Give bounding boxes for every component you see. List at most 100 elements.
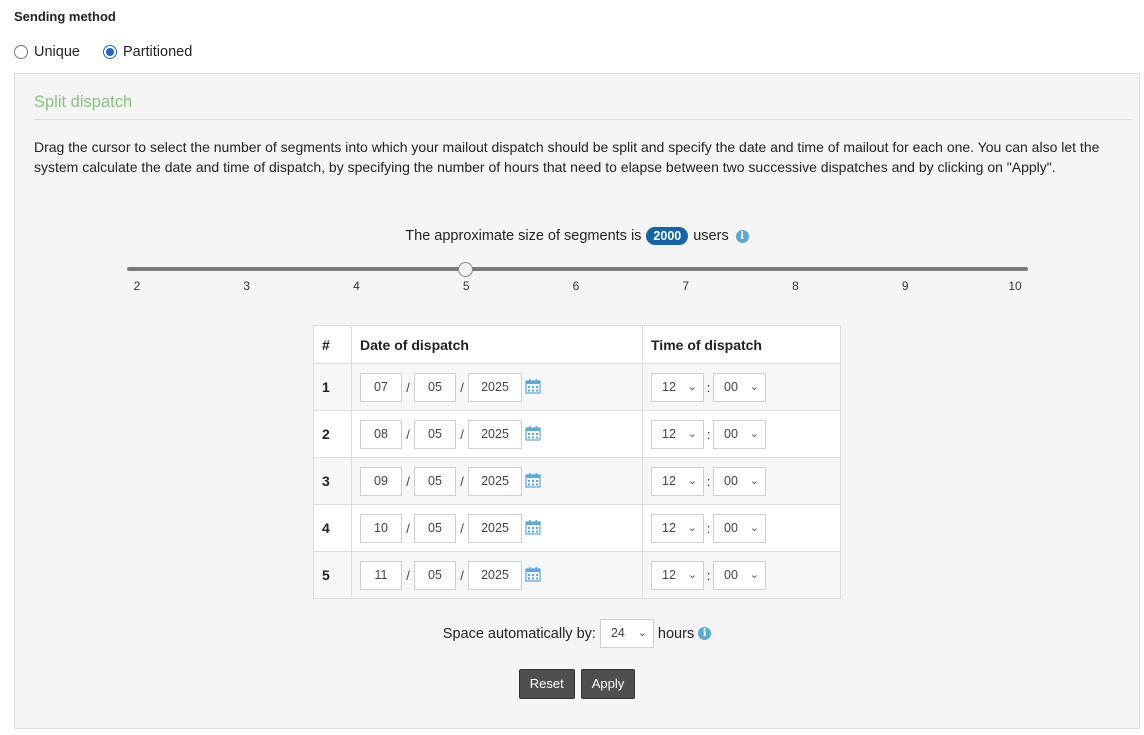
table-row: 2 08/05/2025 12 ⌄:00 ⌄: [313, 410, 841, 458]
hour-value: 12: [662, 426, 676, 441]
day-input[interactable]: 07: [360, 372, 402, 402]
calendar-icon[interactable]: [525, 472, 541, 491]
column-header-date: Date of dispatch: [351, 325, 643, 364]
column-header-number: #: [313, 325, 352, 364]
chevron-down-icon: ⌄: [749, 521, 759, 534]
hour-select[interactable]: 12 ⌄: [651, 560, 704, 590]
date-separator: /: [460, 473, 464, 489]
time-cell: 12 ⌄:00 ⌄: [642, 457, 841, 505]
segments-slider-track[interactable]: [127, 267, 1028, 271]
day-input[interactable]: 10: [360, 513, 402, 543]
month-input[interactable]: 05: [414, 466, 456, 496]
minute-value: 00: [724, 520, 738, 535]
panel-divider: [34, 119, 1131, 120]
radio-unique[interactable]: [14, 45, 28, 59]
column-header-time: Time of dispatch: [642, 325, 841, 364]
calendar-icon[interactable]: [525, 519, 541, 538]
date-separator: /: [406, 379, 410, 395]
hour-value: 12: [662, 379, 676, 394]
hour-value: 12: [662, 567, 676, 582]
row-number: 3: [313, 457, 352, 505]
date-separator: /: [460, 520, 464, 536]
action-buttons: Reset Apply: [15, 669, 1139, 699]
time-separator: :: [706, 379, 711, 395]
segment-size-text: The approximate size of segments is: [405, 228, 642, 244]
split-dispatch-panel: Split dispatch Drag the cursor to select…: [14, 73, 1140, 729]
slider-tick-label: 8: [792, 279, 799, 293]
sending-method-title: Sending method: [14, 9, 116, 24]
minute-select[interactable]: 00 ⌄: [713, 466, 766, 496]
hour-select[interactable]: 12 ⌄: [651, 466, 704, 496]
radio-option-unique[interactable]: Unique: [14, 44, 80, 60]
calendar-icon[interactable]: [525, 566, 541, 585]
radio-option-partitioned[interactable]: Partitioned: [102, 44, 193, 60]
minute-select[interactable]: 00 ⌄: [713, 372, 766, 402]
chevron-down-icon: ⌄: [687, 427, 697, 440]
info-icon[interactable]: i: [735, 229, 749, 243]
year-input[interactable]: 2025: [468, 560, 522, 590]
date-cell: 11/05/2025: [351, 551, 643, 599]
date-separator: /: [460, 567, 464, 583]
calendar-icon[interactable]: [525, 378, 541, 397]
reset-button[interactable]: Reset: [518, 669, 575, 699]
minute-select[interactable]: 00 ⌄: [713, 419, 766, 449]
slider-tick-label: 3: [243, 279, 251, 293]
date-separator: /: [406, 426, 410, 442]
chevron-down-icon: ⌄: [687, 568, 697, 581]
month-input[interactable]: 05: [414, 419, 456, 449]
month-input[interactable]: 05: [414, 513, 456, 543]
hour-value: 12: [662, 520, 676, 535]
hour-select[interactable]: 12 ⌄: [651, 419, 704, 449]
chevron-down-icon: ⌄: [687, 474, 697, 487]
minute-select[interactable]: 00 ⌄: [713, 560, 766, 590]
time-separator: :: [706, 426, 711, 442]
minute-select[interactable]: 00 ⌄: [713, 513, 766, 543]
radio-partitioned-label: Partitioned: [122, 44, 193, 60]
space-automatically-row: Space automatically by: 24 ⌄ hours i: [15, 619, 1139, 648]
month-input[interactable]: 05: [414, 560, 456, 590]
year-input[interactable]: 2025: [468, 372, 522, 402]
slider-tick-label: 6: [572, 279, 580, 293]
radio-partitioned[interactable]: [102, 45, 117, 59]
slider-tick-label: 2: [133, 279, 141, 293]
hour-value: 12: [662, 473, 676, 488]
day-input[interactable]: 09: [360, 466, 402, 496]
time-cell: 12 ⌄:00 ⌄: [642, 363, 841, 411]
time-cell: 12 ⌄:00 ⌄: [642, 551, 841, 599]
table-row: 5 11/05/2025 12 ⌄:00 ⌄: [313, 551, 841, 599]
day-input[interactable]: 08: [360, 419, 402, 449]
apply-button[interactable]: Apply: [580, 669, 636, 699]
space-unit: hours: [657, 625, 695, 642]
day-input[interactable]: 11: [360, 560, 402, 590]
segments-slider-handle[interactable]: [458, 262, 474, 277]
time-separator: :: [706, 473, 711, 489]
chevron-down-icon: ⌄: [637, 627, 647, 639]
year-input[interactable]: 2025: [468, 466, 522, 496]
time-separator: :: [706, 520, 711, 536]
hour-select[interactable]: 12 ⌄: [651, 513, 704, 543]
radio-unique-label: Unique: [34, 44, 80, 60]
row-number: 1: [313, 363, 352, 411]
minute-value: 00: [724, 473, 738, 488]
date-separator: /: [406, 567, 410, 583]
slider-tick-label: 5: [462, 279, 470, 293]
calendar-icon[interactable]: [525, 425, 541, 444]
space-hours-select[interactable]: 24 ⌄: [599, 619, 654, 648]
info-icon[interactable]: i: [698, 627, 712, 640]
dispatch-table: # Date of dispatch Time of dispatch 1 07/…: [313, 325, 841, 599]
year-input[interactable]: 2025: [468, 419, 522, 449]
date-separator: /: [460, 379, 464, 395]
year-input[interactable]: 2025: [468, 513, 522, 543]
chevron-down-icon: ⌄: [749, 427, 759, 440]
date-cell: 07/05/2025: [351, 363, 643, 411]
month-input[interactable]: 05: [414, 372, 456, 402]
time-separator: :: [706, 567, 711, 583]
minute-value: 00: [724, 379, 738, 394]
hour-select[interactable]: 12 ⌄: [651, 372, 704, 402]
segment-size-line: The approximate size of segments is 2000…: [15, 227, 1139, 245]
panel-title: Split dispatch: [34, 93, 133, 111]
date-separator: /: [406, 473, 410, 489]
split-description: Drag the cursor to select the number of …: [34, 139, 1100, 175]
date-separator: /: [460, 426, 464, 442]
date-cell: 10/05/2025: [351, 504, 643, 552]
